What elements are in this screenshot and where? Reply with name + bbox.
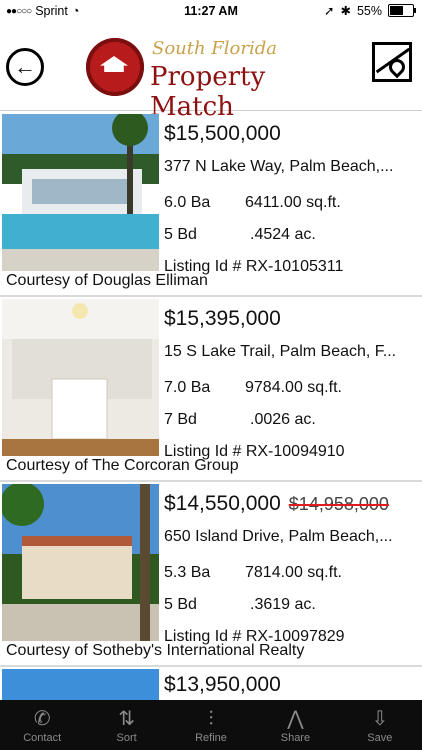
tab-refine-label: Refine (195, 732, 227, 744)
sort-icon: ⇅ (118, 708, 135, 730)
listing-address: 377 N Lake Way, Palm Beach,... (164, 158, 394, 175)
listing-price: $13,950,000 (164, 673, 281, 696)
listing-baths: 6.0 Ba (164, 194, 211, 211)
share-icon: ⋀ (287, 708, 304, 730)
listing-card[interactable]: $13,950,000 (0, 667, 422, 703)
listing-photo (2, 299, 159, 456)
previous-price: $14,958,000 (288, 494, 389, 514)
current-price: $14,550,000 (164, 492, 281, 515)
tab-contact-label: Contact (23, 732, 62, 744)
listing-courtesy: Courtesy of Sotheby's International Real… (6, 642, 305, 659)
listing-photo (2, 114, 159, 271)
bluetooth-icon: ✱ (340, 4, 351, 18)
battery-percent: 55% (356, 3, 382, 18)
download-icon: ⇩ (371, 708, 389, 730)
listing-card[interactable]: $15,395,000 15 S Lake Trail, Palm Beach,… (0, 297, 422, 482)
listing-baths: 7.0 Ba (164, 379, 211, 396)
arrow-left-icon: ← (14, 54, 36, 79)
tab-save[interactable]: ⇩ Save (338, 700, 422, 750)
app-header: ← South Florida Property Match (0, 24, 422, 122)
tab-share-label: Share (280, 732, 311, 744)
listing-card[interactable]: $15,500,000 377 N Lake Way, Palm Beach,.… (0, 112, 422, 297)
listing-price: $15,395,000 (164, 307, 281, 330)
listing-baths: 5.3 Ba (164, 564, 211, 581)
bottom-tab-bar: ✆ Contact ⇅ Sort ⫶ Refine ⋀ Share ⇩ Save (0, 700, 422, 750)
listing-acres: .4524 ac. (250, 226, 316, 243)
listing-courtesy: Courtesy of The Corcoran Group (6, 457, 239, 474)
tab-sort[interactable]: ⇅ Sort (84, 700, 168, 750)
status-bar: ●●○○○ Sprint ◔ 11:27 AM ➚ ✱ 55% (0, 0, 422, 24)
listing-beds: 5 Bd (164, 596, 197, 613)
listing-sqft: 7814.00 sq.ft. (245, 564, 342, 581)
map-button[interactable] (372, 42, 412, 82)
tab-refine[interactable]: ⫶ Refine (169, 700, 253, 750)
listing-beds: 5 Bd (164, 226, 197, 243)
listing-address: 650 Island Drive, Palm Beach,... (164, 528, 393, 545)
back-button[interactable]: ← (6, 48, 44, 86)
listing-courtesy: Courtesy of Douglas Elliman (6, 272, 208, 289)
tab-contact[interactable]: ✆ Contact (0, 700, 84, 750)
sliders-icon: ⫶ (208, 708, 214, 730)
listing-price: $14,550,000 $14,958,000 (164, 492, 389, 516)
listing-sqft: 9784.00 sq.ft. (245, 379, 342, 396)
listing-card[interactable]: $14,550,000 $14,958,000 650 Island Drive,… (0, 482, 422, 667)
listing-acres: .3619 ac. (250, 596, 316, 613)
location-arrow-icon: ➚ (324, 4, 335, 18)
app-logo: South Florida Property Match (86, 38, 346, 122)
tab-share[interactable]: ⋀ Share (253, 700, 337, 750)
listing-address: 15 S Lake Trail, Palm Beach, F... (164, 343, 397, 360)
phone-icon: ✆ (33, 708, 51, 730)
listing-photo (2, 484, 159, 641)
tab-save-label: Save (367, 732, 393, 744)
tab-sort-label: Sort (116, 732, 137, 744)
listing-list: $15,500,000 377 N Lake Way, Palm Beach,.… (0, 112, 422, 703)
listing-photo (2, 669, 159, 703)
listing-acres: .0026 ac. (250, 411, 316, 428)
battery-icon (388, 4, 416, 17)
listing-sqft: 6411.00 sq.ft. (245, 194, 341, 211)
house-logo-icon (86, 38, 144, 96)
listing-beds: 7 Bd (164, 411, 197, 428)
logo-subtitle: South Florida (152, 38, 278, 59)
map-pin-icon (385, 55, 409, 79)
listing-price: $15,500,000 (164, 122, 281, 145)
